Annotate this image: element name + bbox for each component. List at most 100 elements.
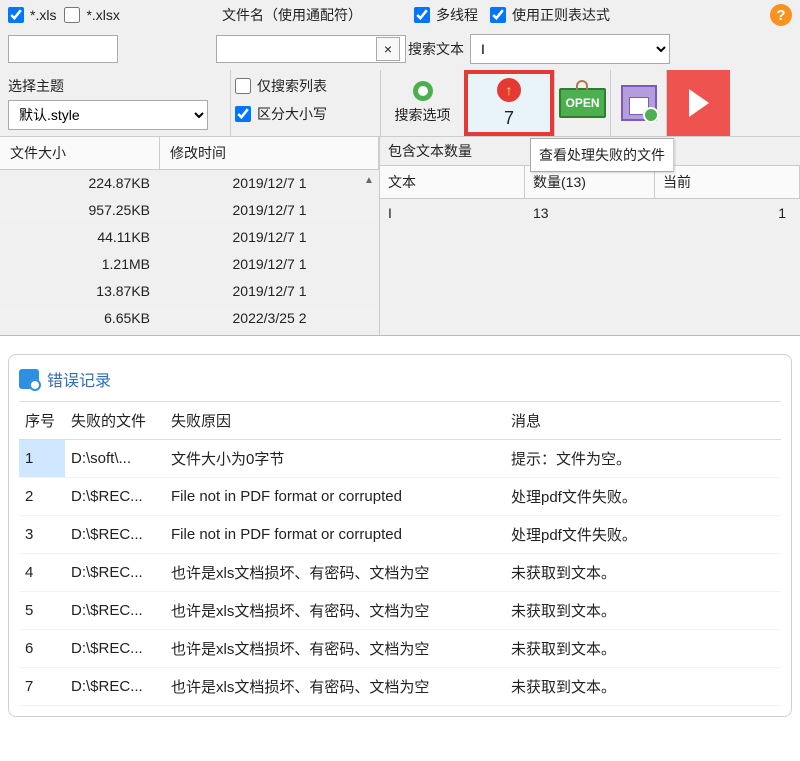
case-sensitive-input[interactable]: [235, 106, 251, 122]
save-button[interactable]: [610, 70, 666, 136]
middle-panels: 文件大小 修改时间 ▲ 224.87KB2019/12/7 1957.25KB2…: [0, 136, 800, 335]
file-cell: D:\soft\...: [65, 440, 165, 478]
table-row[interactable]: 5D:\$REC...也许是xls文档损坏、有密码、文档为空未获取到文本。: [19, 592, 781, 630]
filter-xlsx-input[interactable]: [64, 7, 80, 23]
toolbar-row-1: *.xls *.xlsx 文件名（使用通配符） 多线程 使用正则表达式 ?: [0, 0, 800, 30]
help-icon[interactable]: ?: [770, 4, 792, 26]
size-cell: 6.65KB: [0, 305, 160, 332]
seq-cell: 6: [19, 630, 65, 668]
case-sensitive-checkbox[interactable]: 区分大小写: [235, 104, 376, 124]
table-row[interactable]: 3D:\$REC...File not in PDF format or cor…: [19, 516, 781, 554]
case-sensitive-label: 区分大小写: [257, 104, 327, 124]
file-list-header: 文件大小 修改时间: [0, 136, 379, 170]
col-reason-header[interactable]: 失败原因: [165, 402, 505, 440]
regex-input[interactable]: [490, 7, 506, 23]
search-text-label: 搜索文本: [408, 39, 464, 59]
gear-icon: [413, 81, 433, 101]
seq-cell: 7: [19, 668, 65, 706]
msg-cell: 处理pdf文件失败。: [505, 478, 781, 516]
table-row[interactable]: 13.87KB2019/12/7 1: [0, 278, 379, 305]
msg-cell: 处理pdf文件失败。: [505, 516, 781, 554]
col-cur-header[interactable]: 当前: [655, 166, 800, 198]
msg-cell: 未获取到文本。: [505, 554, 781, 592]
open-button[interactable]: OPEN: [554, 70, 610, 136]
search-text-select[interactable]: I: [470, 34, 670, 64]
multithread-label: 多线程: [436, 5, 478, 25]
filter-xls-label: *.xls: [30, 7, 56, 23]
msg-cell: 未获取到文本。: [505, 630, 781, 668]
error-log-icon: [19, 369, 39, 389]
size-cell: 224.87KB: [0, 170, 160, 197]
reason-cell: 也许是xls文档损坏、有密码、文档为空: [165, 554, 505, 592]
text-count-header: 文本 数量(13) 当前 查看处理失败的文件: [380, 165, 800, 199]
regex-label: 使用正则表达式: [512, 5, 610, 25]
reason-cell: File not in PDF format or corrupted: [165, 478, 505, 516]
regex-checkbox[interactable]: 使用正则表达式: [490, 5, 610, 25]
col-size-header[interactable]: 文件大小: [0, 137, 160, 169]
reason-cell: 也许是xls文档损坏、有密码、文档为空: [165, 592, 505, 630]
mtime-cell: 2019/12/7 1: [160, 251, 379, 278]
filter-xlsx-checkbox[interactable]: *.xlsx: [64, 7, 119, 23]
filter-xls-input[interactable]: [8, 7, 24, 23]
table-row[interactable]: 6D:\$REC...也许是xls文档损坏、有密码、文档为空未获取到文本。: [19, 630, 781, 668]
file-cell: D:\$REC...: [65, 592, 165, 630]
text-count-panel: 包含文本数量 文本 数量(13) 当前 查看处理失败的文件 I 13 1: [380, 136, 800, 335]
mtime-cell: 2019/12/7 1: [160, 224, 379, 251]
text-count-row[interactable]: I 13 1: [380, 199, 800, 228]
seq-cell: 2: [19, 478, 65, 516]
seq-cell: 5: [19, 592, 65, 630]
col-text-header[interactable]: 文本: [380, 166, 525, 198]
reason-cell: 也许是xls文档损坏、有密码、文档为空: [165, 668, 505, 706]
play-icon: [689, 89, 709, 117]
mtime-cell: 2022/3/25 2: [160, 305, 379, 332]
error-log-title-text: 错误记录: [47, 367, 111, 391]
msg-cell: 未获取到文本。: [505, 668, 781, 706]
theme-select[interactable]: 默认.style: [8, 100, 208, 130]
filter-xls-checkbox[interactable]: *.xls: [8, 7, 56, 23]
table-row[interactable]: 44.11KB2019/12/7 1: [0, 224, 379, 251]
toolbar-row-3: 选择主题 默认.style 仅搜索列表 区分大小写 搜索选项 7 OPEN: [0, 70, 800, 136]
run-button[interactable]: [666, 70, 730, 136]
multithread-input[interactable]: [414, 7, 430, 23]
seq-cell: 4: [19, 554, 65, 592]
error-log-header-row: 序号 失败的文件 失败原因 消息: [19, 402, 781, 440]
table-row[interactable]: 1D:\soft\...文件大小为0字节提示：文件为空。: [19, 440, 781, 478]
file-list-table: 224.87KB2019/12/7 1957.25KB2019/12/7 144…: [0, 170, 379, 332]
col-msg-header[interactable]: 消息: [505, 402, 781, 440]
list-only-input[interactable]: [235, 78, 251, 94]
failed-count: 7: [504, 108, 514, 129]
table-row[interactable]: 1.21MB2019/12/7 1: [0, 251, 379, 278]
toolbar-row-2: × 搜索文本 I: [0, 30, 800, 70]
table-row[interactable]: 7D:\$REC...也许是xls文档损坏、有密码、文档为空未获取到文本。: [19, 668, 781, 706]
file-cell: D:\$REC...: [65, 554, 165, 592]
multithread-checkbox[interactable]: 多线程: [414, 5, 478, 25]
table-row[interactable]: 4D:\$REC...也许是xls文档损坏、有密码、文档为空未获取到文本。: [19, 554, 781, 592]
warning-icon: [497, 78, 521, 102]
table-row[interactable]: 6.65KB2022/3/25 2: [0, 305, 379, 332]
clear-filename-button[interactable]: ×: [376, 37, 400, 61]
file-cell: D:\$REC...: [65, 630, 165, 668]
col-seq-header[interactable]: 序号: [19, 402, 65, 440]
failed-files-button[interactable]: 7: [464, 70, 554, 136]
reason-cell: 文件大小为0字节: [165, 440, 505, 478]
table-row[interactable]: 224.87KB2019/12/7 1: [0, 170, 379, 197]
search-options-button[interactable]: 搜索选项: [380, 70, 464, 136]
size-cell: 13.87KB: [0, 278, 160, 305]
col-mtime-header[interactable]: 修改时间: [160, 137, 379, 169]
filter-text-input[interactable]: [8, 35, 118, 63]
top-toolbar: *.xls *.xlsx 文件名（使用通配符） 多线程 使用正则表达式 ?: [0, 0, 800, 336]
error-log-panel: 错误记录 序号 失败的文件 失败原因 消息 1D:\soft\...文件大小为0…: [8, 354, 792, 717]
file-list-body[interactable]: ▲ 224.87KB2019/12/7 1957.25KB2019/12/7 1…: [0, 170, 379, 335]
list-only-checkbox[interactable]: 仅搜索列表: [235, 76, 376, 96]
filter-xlsx-label: *.xlsx: [86, 7, 119, 23]
open-icon: OPEN: [559, 88, 605, 118]
scroll-up-icon[interactable]: ▲: [361, 172, 377, 188]
file-cell: D:\$REC...: [65, 516, 165, 554]
table-row[interactable]: 2D:\$REC...File not in PDF format or cor…: [19, 478, 781, 516]
filename-label: 文件名（使用通配符）: [216, 5, 406, 25]
col-file-header[interactable]: 失败的文件: [65, 402, 165, 440]
table-row[interactable]: 957.25KB2019/12/7 1: [0, 197, 379, 224]
theme-box: 选择主题 默认.style: [0, 70, 230, 136]
search-options-box: 仅搜索列表 区分大小写: [230, 70, 380, 136]
error-log-table: 序号 失败的文件 失败原因 消息 1D:\soft\...文件大小为0字节提示：…: [19, 401, 781, 706]
